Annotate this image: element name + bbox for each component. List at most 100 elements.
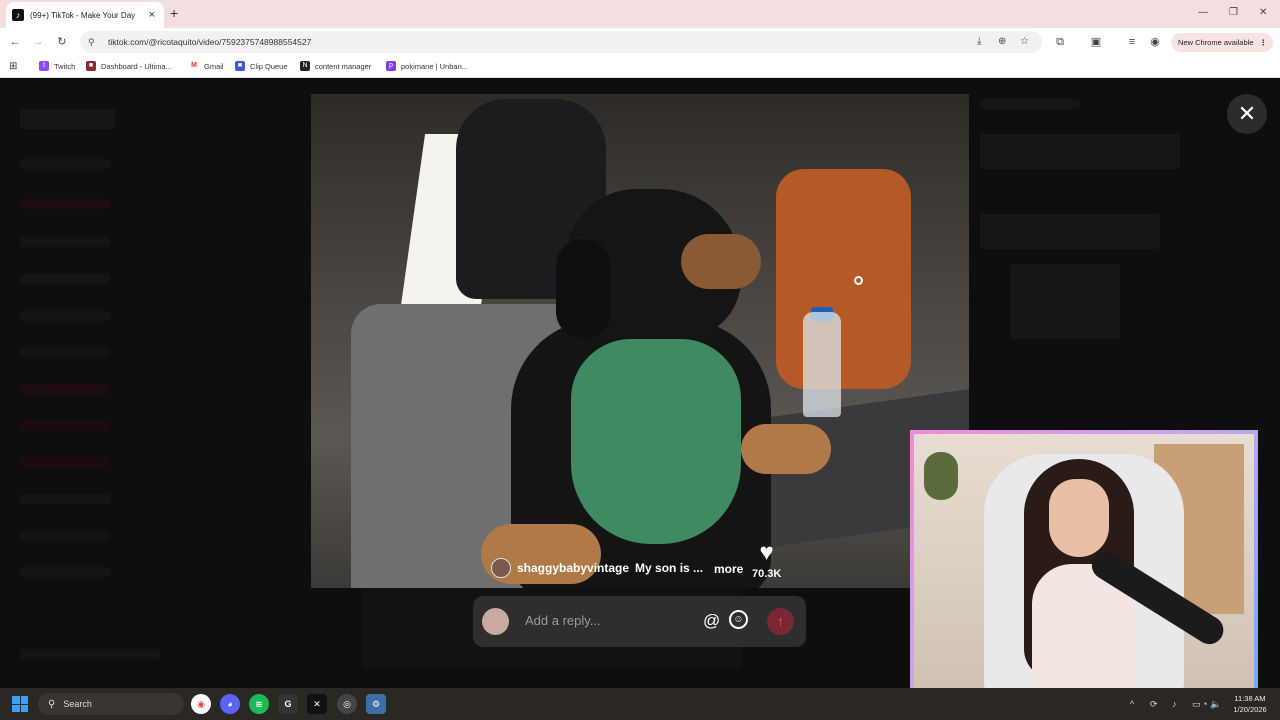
- green-harness: [571, 339, 741, 544]
- like-count: 70.3K: [752, 568, 782, 580]
- bookmark-star-icon[interactable]: ☆: [1020, 36, 1029, 48]
- new-chrome-available-button[interactable]: New Chrome available ⋮: [1171, 33, 1273, 52]
- windows-start-icon[interactable]: [12, 696, 28, 712]
- install-icon[interactable]: ⤓: [977, 36, 981, 48]
- site-info-icon[interactable]: ⚲: [88, 37, 100, 48]
- dimmed-comments-header: [980, 99, 1080, 109]
- back-button[interactable]: ←: [8, 35, 22, 49]
- profile-icon[interactable]: ◉: [1148, 35, 1162, 49]
- bookmark-label: Dashboard - Ultima...: [101, 61, 172, 71]
- post-caption: My son is ...: [635, 561, 704, 575]
- tab-close-icon[interactable]: ×: [146, 9, 158, 21]
- dimmed-sidebar-item: [20, 347, 110, 357]
- minimize-button[interactable]: —: [1198, 7, 1208, 19]
- taskbar-search[interactable]: ⚲ Search: [38, 693, 184, 715]
- zoom-icon[interactable]: ⊕: [998, 36, 1006, 48]
- send-button[interactable]: ↑: [767, 608, 794, 635]
- reply-box: @ ☺ ↑: [473, 596, 806, 647]
- search-label: Search: [63, 699, 92, 709]
- reply-input[interactable]: [525, 613, 690, 628]
- gmail-icon: M: [189, 61, 199, 71]
- orange-pillow: [776, 169, 911, 389]
- bookmark-gmail[interactable]: M Gmail: [189, 61, 224, 71]
- media-controls-icon[interactable]: ≡: [1125, 35, 1139, 49]
- bookmark-content-manager[interactable]: N content manager: [300, 61, 371, 71]
- apps-grid-icon[interactable]: ⊞: [9, 62, 17, 72]
- network-icon[interactable]: ◔: [1202, 698, 1207, 710]
- discord-icon[interactable]: ◕: [220, 694, 240, 714]
- extensions-icon[interactable]: ⧉: [1053, 35, 1067, 49]
- webcam-overlay: [910, 430, 1258, 694]
- system-clock[interactable]: 11:38 AM 1/20/2026: [1226, 693, 1274, 715]
- dimmed-sidebar-item: [20, 649, 160, 659]
- mention-icon[interactable]: @: [703, 611, 720, 631]
- url-text[interactable]: tiktok.com/@ricotaquito/video/7592375748…: [108, 37, 311, 47]
- app-x-icon[interactable]: ✕: [307, 694, 327, 714]
- video-player[interactable]: shaggybabyvintage My son is ... more ♥ 7…: [311, 94, 969, 588]
- restore-button[interactable]: ❐: [1229, 7, 1238, 19]
- dimmed-sidebar-item: [20, 494, 110, 504]
- dimmed-thumbnail: [1010, 264, 1120, 339]
- clock-time: 11:38 AM: [1234, 694, 1266, 703]
- browser-tab[interactable]: ♪ (99+) TikTok - Make Your Day ×: [6, 2, 164, 28]
- clock-date: 1/20/2026: [1233, 705, 1267, 714]
- user-avatar: [482, 608, 509, 635]
- dimmed-sidebar-item: [20, 567, 110, 577]
- clip-queue-icon: ■: [235, 61, 245, 71]
- chrome-notice-label: New Chrome available: [1178, 38, 1254, 47]
- display-icon[interactable]: ▭: [1192, 698, 1201, 710]
- dog-ear: [556, 239, 611, 339]
- close-viewer-button[interactable]: ✕: [1227, 94, 1267, 134]
- twitch-icon: t: [39, 61, 49, 71]
- bookmark-twitch[interactable]: t Twitch: [39, 61, 75, 71]
- emoji-icon[interactable]: ☺: [729, 610, 748, 629]
- dimmed-sidebar-item: [20, 159, 110, 169]
- reload-button[interactable]: ↻: [55, 35, 69, 49]
- obs-icon[interactable]: ◎: [337, 694, 357, 714]
- tray-overflow-icon[interactable]: ^: [1130, 698, 1134, 710]
- bookmark-pokimane[interactable]: p pokimane | Unban...: [386, 61, 468, 71]
- author-username[interactable]: shaggybabyvintage: [517, 561, 629, 575]
- dimmed-sidebar-item: [20, 199, 110, 209]
- notion-icon: N: [300, 61, 310, 71]
- tab-strip: ♪ (99+) TikTok - Make Your Day × + — ❐ ✕: [0, 0, 1280, 28]
- search-icon: ⚲: [48, 698, 56, 710]
- bookmark-label: content manager: [315, 61, 372, 71]
- bookmark-clip-queue[interactable]: ■ Clip Queue: [235, 61, 288, 71]
- volume-icon[interactable]: 🔈: [1210, 698, 1221, 710]
- bookmark-label: pokimane | Unban...: [401, 61, 468, 71]
- spotify-icon[interactable]: ≋: [249, 694, 269, 714]
- dimmed-sidebar-item: [20, 311, 110, 321]
- window-close-button[interactable]: ✕: [1259, 7, 1267, 19]
- dimmed-sidebar-item: [20, 421, 110, 431]
- app-g-icon[interactable]: G: [278, 694, 298, 714]
- forward-button[interactable]: →: [31, 35, 45, 49]
- sync-icon[interactable]: ⟳: [1150, 698, 1158, 710]
- dimmed-sidebar-item: [20, 384, 110, 394]
- dimmed-sidebar-item: [20, 274, 110, 284]
- bookmark-dashboard[interactable]: ■ Dashboard - Ultima...: [86, 61, 172, 71]
- chrome-menu-icon[interactable]: ⋮: [1260, 33, 1268, 52]
- dog-snout: [681, 234, 761, 289]
- bookmarks-bar: t Twitch ■ Dashboard - Ultima... M Gmail…: [0, 56, 1280, 78]
- bookmark-label: Twitch: [54, 61, 76, 71]
- like-button[interactable]: ♥ 70.3K: [752, 540, 782, 581]
- dimmed-sidebar-item: [20, 457, 110, 467]
- bookmark-site-icon: p: [386, 61, 396, 71]
- settings-icon[interactable]: ⚙: [366, 694, 386, 714]
- chrome-icon[interactable]: ◉: [191, 694, 211, 714]
- webcam-feed: [914, 434, 1254, 690]
- bookmark-label: Clip Queue: [250, 61, 288, 71]
- dimmed-logo: [20, 109, 115, 129]
- address-bar[interactable]: ⚲ tiktok.com/@ricotaquito/video/75923757…: [80, 31, 1042, 53]
- dimmed-sidebar-item: [20, 531, 110, 541]
- tiktok-favicon-icon: ♪: [12, 9, 24, 21]
- zoom-cursor-icon: [854, 276, 863, 285]
- microphone-icon[interactable]: ♪: [1172, 698, 1177, 710]
- caption-more-link[interactable]: more: [714, 562, 743, 576]
- side-panel-icon[interactable]: ▣: [1089, 35, 1103, 49]
- dog-paw: [741, 424, 831, 474]
- plant: [924, 452, 958, 500]
- author-avatar[interactable]: [491, 558, 511, 578]
- new-tab-button[interactable]: +: [170, 6, 178, 20]
